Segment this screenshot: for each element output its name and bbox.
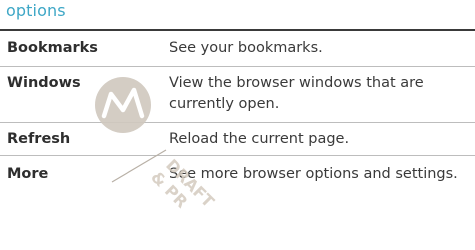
table-row: More See more browser options and settin… (0, 156, 475, 216)
section-title: options (6, 1, 66, 20)
option-term: Windows (7, 75, 81, 91)
option-term: More (7, 166, 49, 182)
option-description: See your bookmarks. (169, 40, 323, 56)
options-table: Bookmarks See your bookmarks. Windows Vi… (0, 31, 475, 216)
option-term: Bookmarks (7, 40, 98, 56)
table-row: Refresh Reload the current page. (0, 123, 475, 156)
option-term: Refresh (7, 131, 71, 147)
option-description: View the browser windows that are curren… (169, 75, 424, 112)
option-description: Reload the current page. (169, 131, 350, 147)
table-row: Windows View the browser windows that ar… (0, 67, 475, 123)
table-row: Bookmarks See your bookmarks. (0, 31, 475, 67)
option-description: See more browser options and settings. (169, 166, 458, 182)
